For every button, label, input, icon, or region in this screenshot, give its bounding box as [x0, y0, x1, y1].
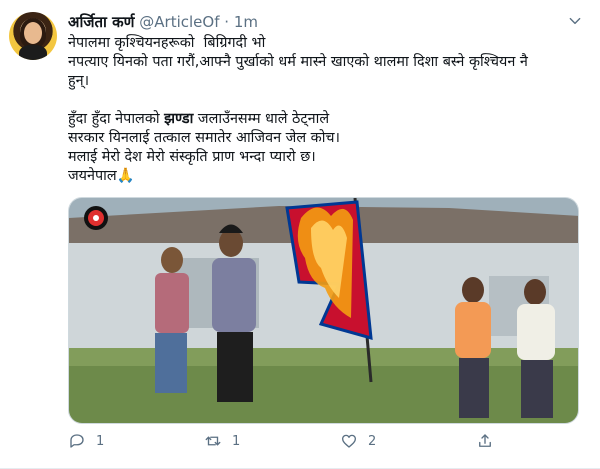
- media-illustration: [69, 198, 578, 423]
- author-handle[interactable]: @ArticleOf: [139, 13, 219, 31]
- avatar-face: [24, 22, 42, 44]
- reply-count: 1: [96, 433, 105, 449]
- retweet-icon: [205, 436, 221, 446]
- channel-logo-icon: [84, 206, 108, 230]
- share-button[interactable]: [476, 430, 494, 452]
- tweet-actions: 1 1 2: [68, 430, 508, 452]
- reply-icon: [70, 434, 84, 448]
- tweet-line-6: मलाई मेरो देश मेरो संस्कृति प्राण भन्दा …: [68, 149, 316, 165]
- tweet-line-4-bold: झण्डा: [164, 111, 194, 127]
- tweet-line-3: हुन्।: [68, 73, 90, 89]
- tweet-line-7: जयनेपाल🙏: [68, 168, 135, 184]
- share-icon: [479, 434, 491, 447]
- tweet-line-4: हुँदा हुँदा नेपालको झण्डा जलाउँनसम्म धाल…: [68, 110, 588, 129]
- reply-button[interactable]: 1: [68, 430, 104, 452]
- timestamp[interactable]: 1m: [234, 13, 258, 31]
- chevron-down-icon[interactable]: [568, 14, 582, 28]
- like-icon: [341, 434, 357, 448]
- tweet-line-5: सरकार यिनलाई तत्काल समातेर आजिवन जेल कोच…: [68, 130, 341, 146]
- tweet-media-image[interactable]: [68, 197, 579, 424]
- tweet-line-1: नेपालमा कृश्चियनहरूको बिग्रिगदी भो: [68, 35, 266, 51]
- tweet-text: नेपालमा कृश्चियनहरूको बिग्रिगदी भो नपत्य…: [68, 34, 588, 186]
- tweet-line-2: नपत्याए यिनको पता गरौं,आफ्नै पुर्खाको धर…: [68, 54, 528, 70]
- avatar[interactable]: [9, 12, 57, 60]
- separator-dot: ·: [224, 13, 230, 31]
- author-name[interactable]: अर्जिता कर्ण: [68, 13, 135, 31]
- tweet-line-4-end: जलाउँनसम्म धाले ठेट्नाले: [193, 111, 330, 127]
- retweet-button[interactable]: 1: [204, 430, 240, 452]
- tweet-line-4-start: हुँदा हुँदा नेपालको: [68, 111, 165, 127]
- avatar-body: [19, 45, 47, 60]
- bushes: [69, 348, 578, 366]
- like-button[interactable]: 2: [340, 430, 376, 452]
- like-count: 2: [368, 433, 377, 449]
- retweet-count: 1: [232, 433, 241, 449]
- tweet-header: अर्जिता कर्ण @ArticleOf · 1m: [68, 12, 258, 32]
- tweet[interactable]: अर्जिता कर्ण @ArticleOf · 1m नेपालमा कृश…: [0, 0, 600, 469]
